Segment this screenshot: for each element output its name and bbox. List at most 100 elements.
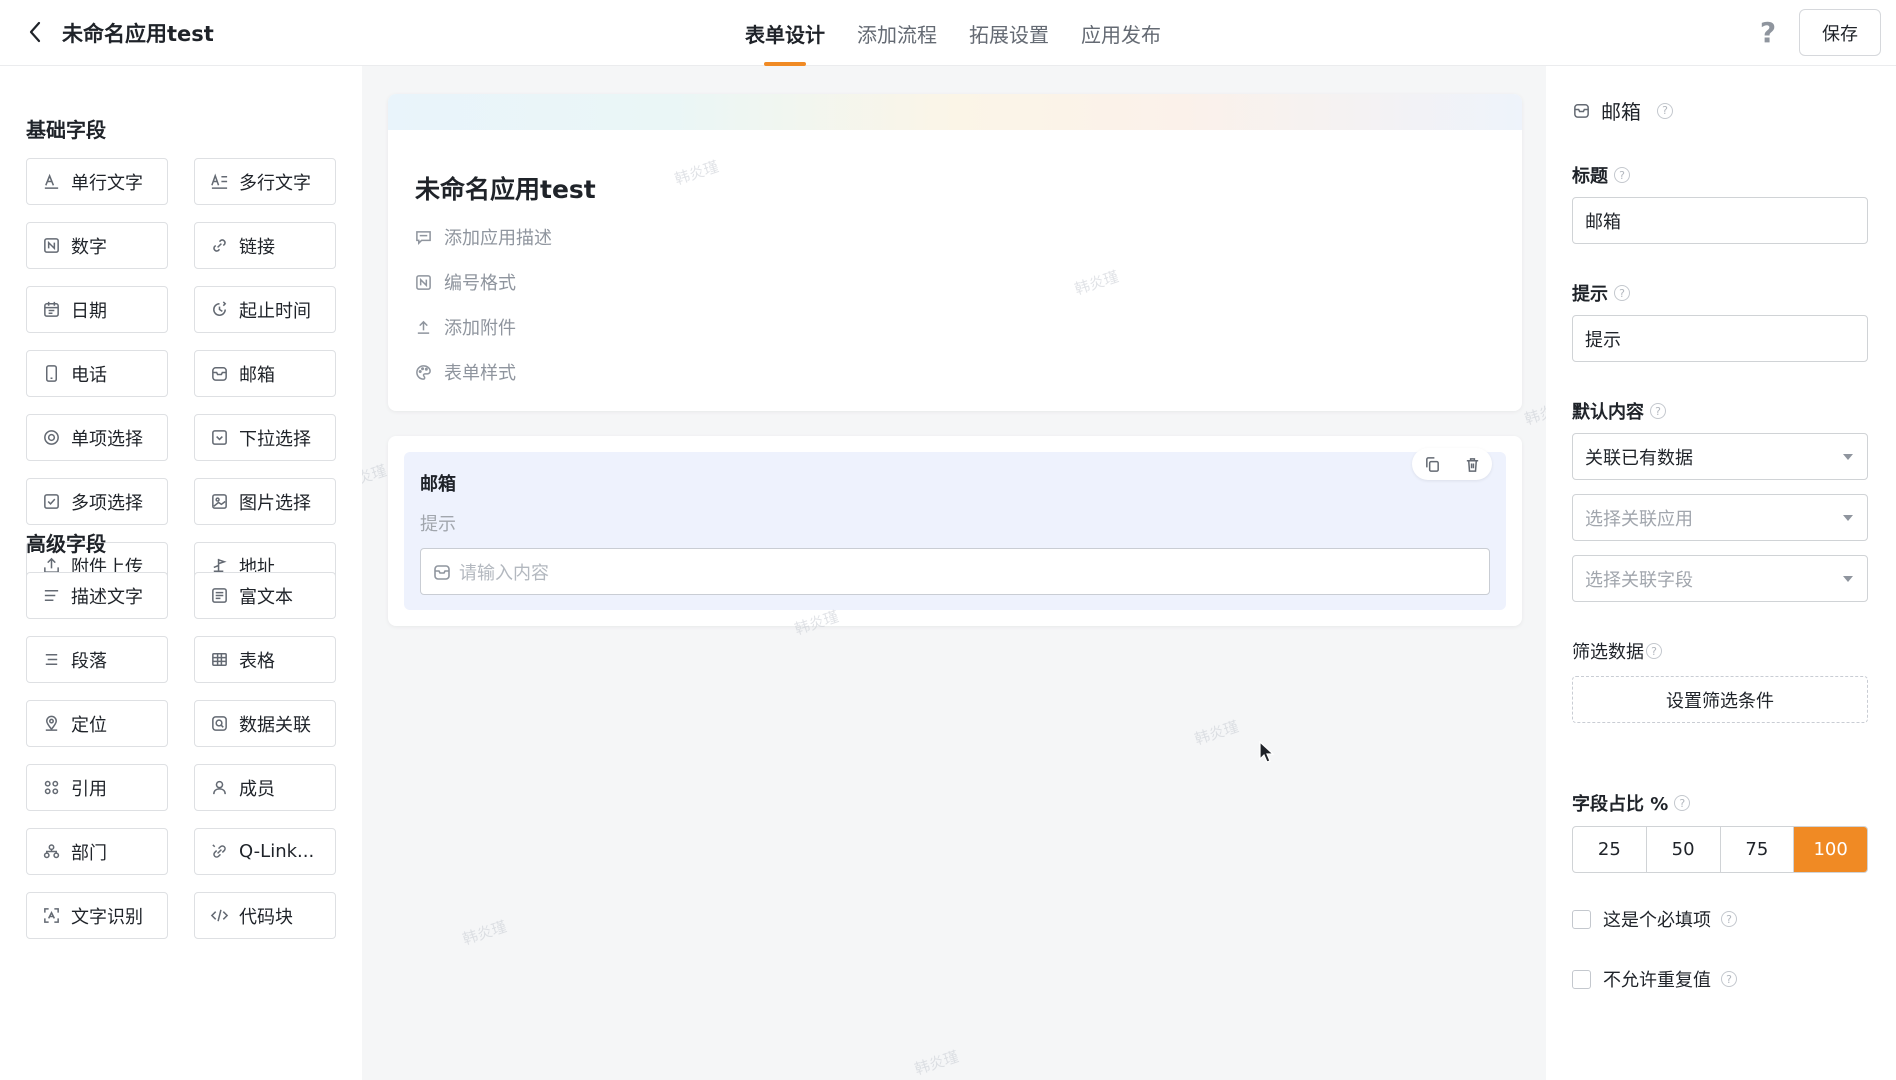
help-circle-icon[interactable]: ?	[1614, 167, 1630, 183]
field-department[interactable]: 部门	[26, 828, 168, 875]
paragraph-icon	[41, 650, 61, 670]
field-email[interactable]: 邮箱	[194, 350, 336, 397]
basic-fields-grid: 单行文字 多行文字 数字 链接 日期 起止时间 电话 邮箱 单项选择 下拉选择 …	[26, 158, 336, 589]
field-rich-text[interactable]: 富文本	[194, 572, 336, 619]
qlink-icon	[209, 842, 229, 862]
field-image-choice[interactable]: 图片选择	[194, 478, 336, 525]
help-circle-icon[interactable]: ?	[1721, 971, 1737, 987]
form-style-option[interactable]: 表单样式	[415, 359, 516, 385]
default-mode-select[interactable]: 关联已有数据	[1572, 433, 1868, 480]
related-app-select[interactable]: 选择关联应用	[1572, 494, 1868, 541]
field-single-line-text[interactable]: 单行文字	[26, 158, 168, 205]
tab-extension-settings[interactable]: 拓展设置	[953, 0, 1065, 66]
checkbox-icon	[41, 492, 61, 512]
field-table[interactable]: 表格	[194, 636, 336, 683]
phone-icon	[41, 364, 61, 384]
mouse-cursor-icon	[1259, 740, 1275, 763]
field-code-block[interactable]: 代码块	[194, 892, 336, 939]
set-filter-button[interactable]: 设置筛选条件	[1572, 676, 1868, 723]
properties-panel: 邮箱 ? 标题? 邮箱 提示? 提示 默认内容? 关联已有数据 选择关联应用 选…	[1546, 66, 1896, 1080]
basic-fields-title: 基础字段	[26, 118, 106, 142]
field-phone[interactable]: 电话	[26, 350, 168, 397]
help-circle-icon[interactable]: ?	[1721, 911, 1737, 927]
field-ratio-group: 25 50 75 100	[1572, 826, 1868, 873]
copy-icon[interactable]	[1421, 453, 1443, 475]
mailbox-icon	[209, 364, 229, 384]
hint-input[interactable]: 提示	[1572, 315, 1868, 362]
field-ratio-label: 字段占比 %?	[1572, 790, 1691, 816]
link-icon	[209, 236, 229, 256]
field-multi-choice[interactable]: 多项选择	[26, 478, 168, 525]
selected-email-field[interactable]: 邮箱 提示 请输入内容	[404, 448, 1506, 610]
number-format-option[interactable]: 编号格式	[415, 269, 516, 295]
mailbox-icon	[434, 564, 450, 580]
form-header-card: 未命名应用test 添加应用描述 编号格式 添加附件 表单样式	[388, 94, 1522, 411]
field-ocr[interactable]: 文字识别	[26, 892, 168, 939]
help-circle-icon[interactable]: ?	[1650, 403, 1666, 419]
department-icon	[41, 842, 61, 862]
app-title: 未命名应用test	[62, 22, 214, 46]
help-circle-icon[interactable]: ?	[1614, 285, 1630, 301]
help-circle-icon[interactable]: ?	[1674, 795, 1691, 811]
checkbox-box[interactable]	[1572, 909, 1591, 929]
field-reference[interactable]: 引用	[26, 764, 168, 811]
watermark: 韩炎瑾	[362, 461, 389, 493]
email-input-preview[interactable]: 请输入内容	[420, 548, 1490, 595]
help-circle-icon[interactable]: ?	[1646, 643, 1662, 659]
chevron-left-icon	[29, 21, 41, 43]
tab-bar: 表单设计 添加流程 拓展设置 应用发布	[729, 0, 1177, 66]
watermark: 韩炎瑾	[1522, 397, 1546, 429]
tab-add-workflow[interactable]: 添加流程	[841, 0, 953, 66]
trash-icon[interactable]	[1461, 453, 1483, 475]
field-number[interactable]: 数字	[26, 222, 168, 269]
caret-down-icon	[1843, 515, 1853, 521]
table-icon	[209, 650, 229, 670]
required-checkbox[interactable]: 这是个必填项 ?	[1572, 906, 1737, 932]
ocr-icon	[41, 906, 61, 926]
palette-icon	[416, 364, 431, 380]
advanced-fields-grid: 描述文字 富文本 段落 表格 定位 数据关联 引用 成员 部门 Q-Link..…	[26, 572, 336, 939]
back-button[interactable]	[22, 19, 48, 45]
field-date[interactable]: 日期	[26, 286, 168, 333]
attachment-upload-icon	[417, 320, 430, 334]
field-single-choice[interactable]: 单项选择	[26, 414, 168, 461]
multiline-text-icon	[209, 172, 229, 192]
code-icon	[209, 906, 229, 926]
email-input-placeholder: 请输入内容	[459, 562, 549, 584]
help-icon[interactable]: ?	[1754, 16, 1782, 49]
add-description-option[interactable]: 添加应用描述	[415, 224, 552, 250]
field-dropdown[interactable]: 下拉选择	[194, 414, 336, 461]
field-member[interactable]: 成员	[194, 764, 336, 811]
tab-form-design[interactable]: 表单设计	[729, 0, 841, 66]
field-description-text[interactable]: 描述文字	[26, 572, 168, 619]
text-line-icon	[41, 172, 61, 192]
field-location[interactable]: 定位	[26, 700, 168, 747]
field-paragraph[interactable]: 段落	[26, 636, 168, 683]
field-label: 邮箱	[420, 474, 456, 495]
add-attachment-option[interactable]: 添加附件	[415, 314, 516, 340]
default-content-label: 默认内容?	[1572, 398, 1666, 424]
ratio-25-button[interactable]: 25	[1573, 827, 1647, 872]
field-link[interactable]: 链接	[194, 222, 336, 269]
tab-app-publish[interactable]: 应用发布	[1065, 0, 1177, 66]
save-button[interactable]: 保存	[1799, 9, 1881, 56]
form-title[interactable]: 未命名应用test	[415, 170, 596, 206]
no-duplicate-checkbox[interactable]: 不允许重复值 ?	[1572, 966, 1737, 992]
ratio-50-button[interactable]: 50	[1647, 827, 1721, 872]
title-input[interactable]: 邮箱	[1572, 197, 1868, 244]
ratio-75-button[interactable]: 75	[1721, 827, 1795, 872]
ratio-100-button[interactable]: 100	[1794, 827, 1867, 872]
image-icon	[209, 492, 229, 512]
field-data-link[interactable]: 数据关联	[194, 700, 336, 747]
caret-down-icon	[1843, 576, 1853, 582]
number-format-icon	[416, 274, 431, 290]
filter-data-label: 筛选数据?	[1572, 638, 1662, 664]
field-time-range[interactable]: 起止时间	[194, 286, 336, 333]
field-multi-line-text[interactable]: 多行文字	[194, 158, 336, 205]
help-circle-icon[interactable]: ?	[1657, 102, 1673, 119]
related-field-select[interactable]: 选择关联字段	[1572, 555, 1868, 602]
checkbox-box[interactable]	[1572, 969, 1591, 989]
top-header: 未命名应用test 表单设计 添加流程 拓展设置 应用发布 ? 保存	[0, 0, 1896, 66]
field-qlink[interactable]: Q-Link...	[194, 828, 336, 875]
description-icon	[41, 586, 61, 606]
